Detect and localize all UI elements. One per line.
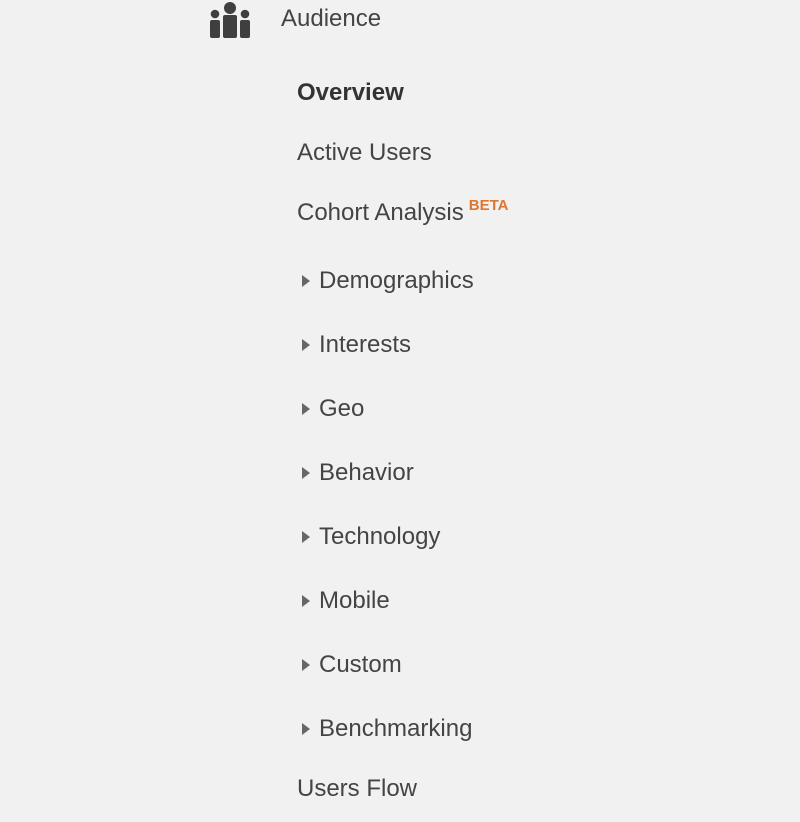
expand-caret-icon[interactable] xyxy=(302,531,310,543)
nav-item-label: Behavior xyxy=(319,459,414,486)
nav-item-label: Custom xyxy=(319,651,402,678)
nav-item-label: Cohort Analysis xyxy=(297,199,464,226)
expand-caret-icon[interactable] xyxy=(302,403,310,415)
expand-caret-icon[interactable] xyxy=(302,659,310,671)
nav-item-label: Mobile xyxy=(319,587,390,614)
nav-item-technology[interactable]: Technology xyxy=(302,522,440,552)
section-title: Audience xyxy=(281,5,382,32)
nav-item-custom[interactable]: Custom xyxy=(302,650,402,680)
nav-item-label: Overview xyxy=(297,79,404,106)
nav-item-cohort-analysis[interactable]: Cohort Analysis BETA xyxy=(297,198,508,228)
audience-people-icon xyxy=(210,2,250,38)
nav-item-demographics[interactable]: Demographics xyxy=(302,266,474,296)
expand-caret-icon[interactable] xyxy=(302,339,310,351)
nav-item-behavior[interactable]: Behavior xyxy=(302,458,414,488)
expand-caret-icon[interactable] xyxy=(302,467,310,479)
nav-item-label: Demographics xyxy=(319,267,474,294)
nav-item-label: Benchmarking xyxy=(319,715,473,742)
expand-caret-icon[interactable] xyxy=(302,275,310,287)
nav-item-benchmarking[interactable]: Benchmarking xyxy=(302,714,472,744)
nav-item-label: Active Users xyxy=(297,139,432,166)
expand-caret-icon[interactable] xyxy=(302,595,310,607)
nav-item-label: Interests xyxy=(319,331,412,358)
nav-item-users-flow[interactable]: Users Flow xyxy=(297,774,417,804)
nav-item-interests[interactable]: Interests xyxy=(302,330,411,360)
nav-item-active-users[interactable]: Active Users xyxy=(297,138,432,168)
nav-item-label: Technology xyxy=(319,523,441,550)
nav-item-geo[interactable]: Geo xyxy=(302,394,364,424)
audience-section-header[interactable]: Audience xyxy=(208,0,381,40)
beta-badge: BETA xyxy=(468,196,509,214)
nav-item-label: Users Flow xyxy=(297,775,418,802)
nav-item-label: Geo xyxy=(319,395,365,422)
expand-caret-icon[interactable] xyxy=(302,723,310,735)
nav-item-mobile[interactable]: Mobile xyxy=(302,586,390,616)
nav-item-overview[interactable]: Overview xyxy=(297,78,404,108)
